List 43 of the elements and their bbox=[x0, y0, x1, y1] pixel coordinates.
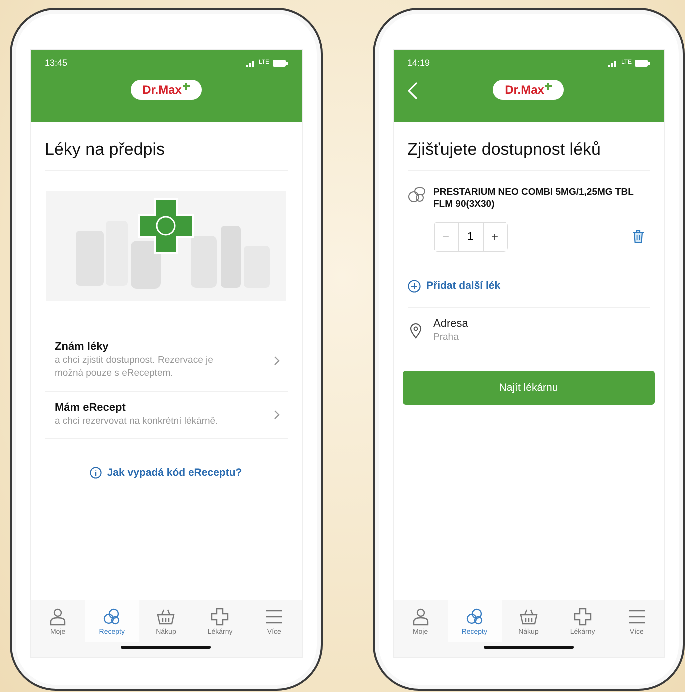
chevron-right-icon bbox=[274, 356, 280, 366]
menu-icon bbox=[265, 608, 284, 626]
pills-icon bbox=[103, 608, 122, 626]
status-time: 13:45 bbox=[45, 58, 68, 68]
option-row[interactable]: Znám léky a chci zjistit dostupnost. Rezervace je možná pouze s eReceptem. bbox=[45, 331, 288, 392]
option-description: a chci zjistit dostupnost. Rezervace je možná pouze s eReceptem. bbox=[55, 355, 214, 381]
address-label: Adresa bbox=[434, 318, 468, 330]
person-icon bbox=[49, 608, 68, 626]
logo-text: Dr.Max bbox=[505, 83, 544, 97]
signal-icon bbox=[246, 60, 256, 66]
location-pin-icon bbox=[410, 323, 422, 340]
battery-icon bbox=[635, 60, 650, 66]
page-title: Léky na předpis bbox=[45, 140, 288, 171]
address-value: Praha bbox=[434, 332, 460, 344]
trash-icon[interactable] bbox=[633, 230, 644, 244]
plus-icon bbox=[545, 83, 552, 90]
basket-icon bbox=[520, 608, 538, 626]
logo-text: Dr.Max bbox=[142, 83, 182, 97]
address-row[interactable]: Adresa Praha bbox=[408, 308, 650, 370]
page-title: Zjišťujete dostupnost léků bbox=[408, 140, 650, 171]
info-icon bbox=[90, 467, 102, 480]
option-title: Znám léky bbox=[55, 341, 110, 353]
status-time: 14:19 bbox=[408, 58, 430, 68]
option-title: Mám eRecept bbox=[55, 402, 127, 414]
cross-icon bbox=[211, 608, 230, 626]
battery-icon bbox=[272, 60, 288, 66]
medicine-name: PRESTARIUM NEO COMBI 5MG/1,25MG TBL FLM 90(3X30) bbox=[434, 187, 635, 212]
find-pharmacy-button[interactable]: Najít lékárnu bbox=[402, 370, 655, 404]
cross-icon bbox=[574, 608, 592, 626]
pills-icon bbox=[408, 187, 426, 203]
chevron-right-icon bbox=[274, 410, 280, 420]
help-link[interactable]: Jak vypadá kód eReceptu? bbox=[107, 467, 242, 480]
add-medicine-link[interactable]: Přidat další lék bbox=[426, 280, 501, 292]
back-icon[interactable] bbox=[408, 82, 418, 100]
menu-icon bbox=[628, 608, 646, 626]
option-row[interactable]: Mám eRecept a chci rezervovat na konkrétní lékárně. bbox=[45, 392, 288, 440]
plus-icon bbox=[182, 83, 190, 90]
basket-icon bbox=[157, 608, 176, 626]
pills-icon bbox=[466, 608, 484, 626]
person-icon bbox=[412, 608, 430, 626]
signal-icon bbox=[608, 60, 618, 66]
option-description: a chci rezervovat na konkrétní lékárně. bbox=[55, 416, 218, 428]
add-icon bbox=[408, 280, 420, 293]
